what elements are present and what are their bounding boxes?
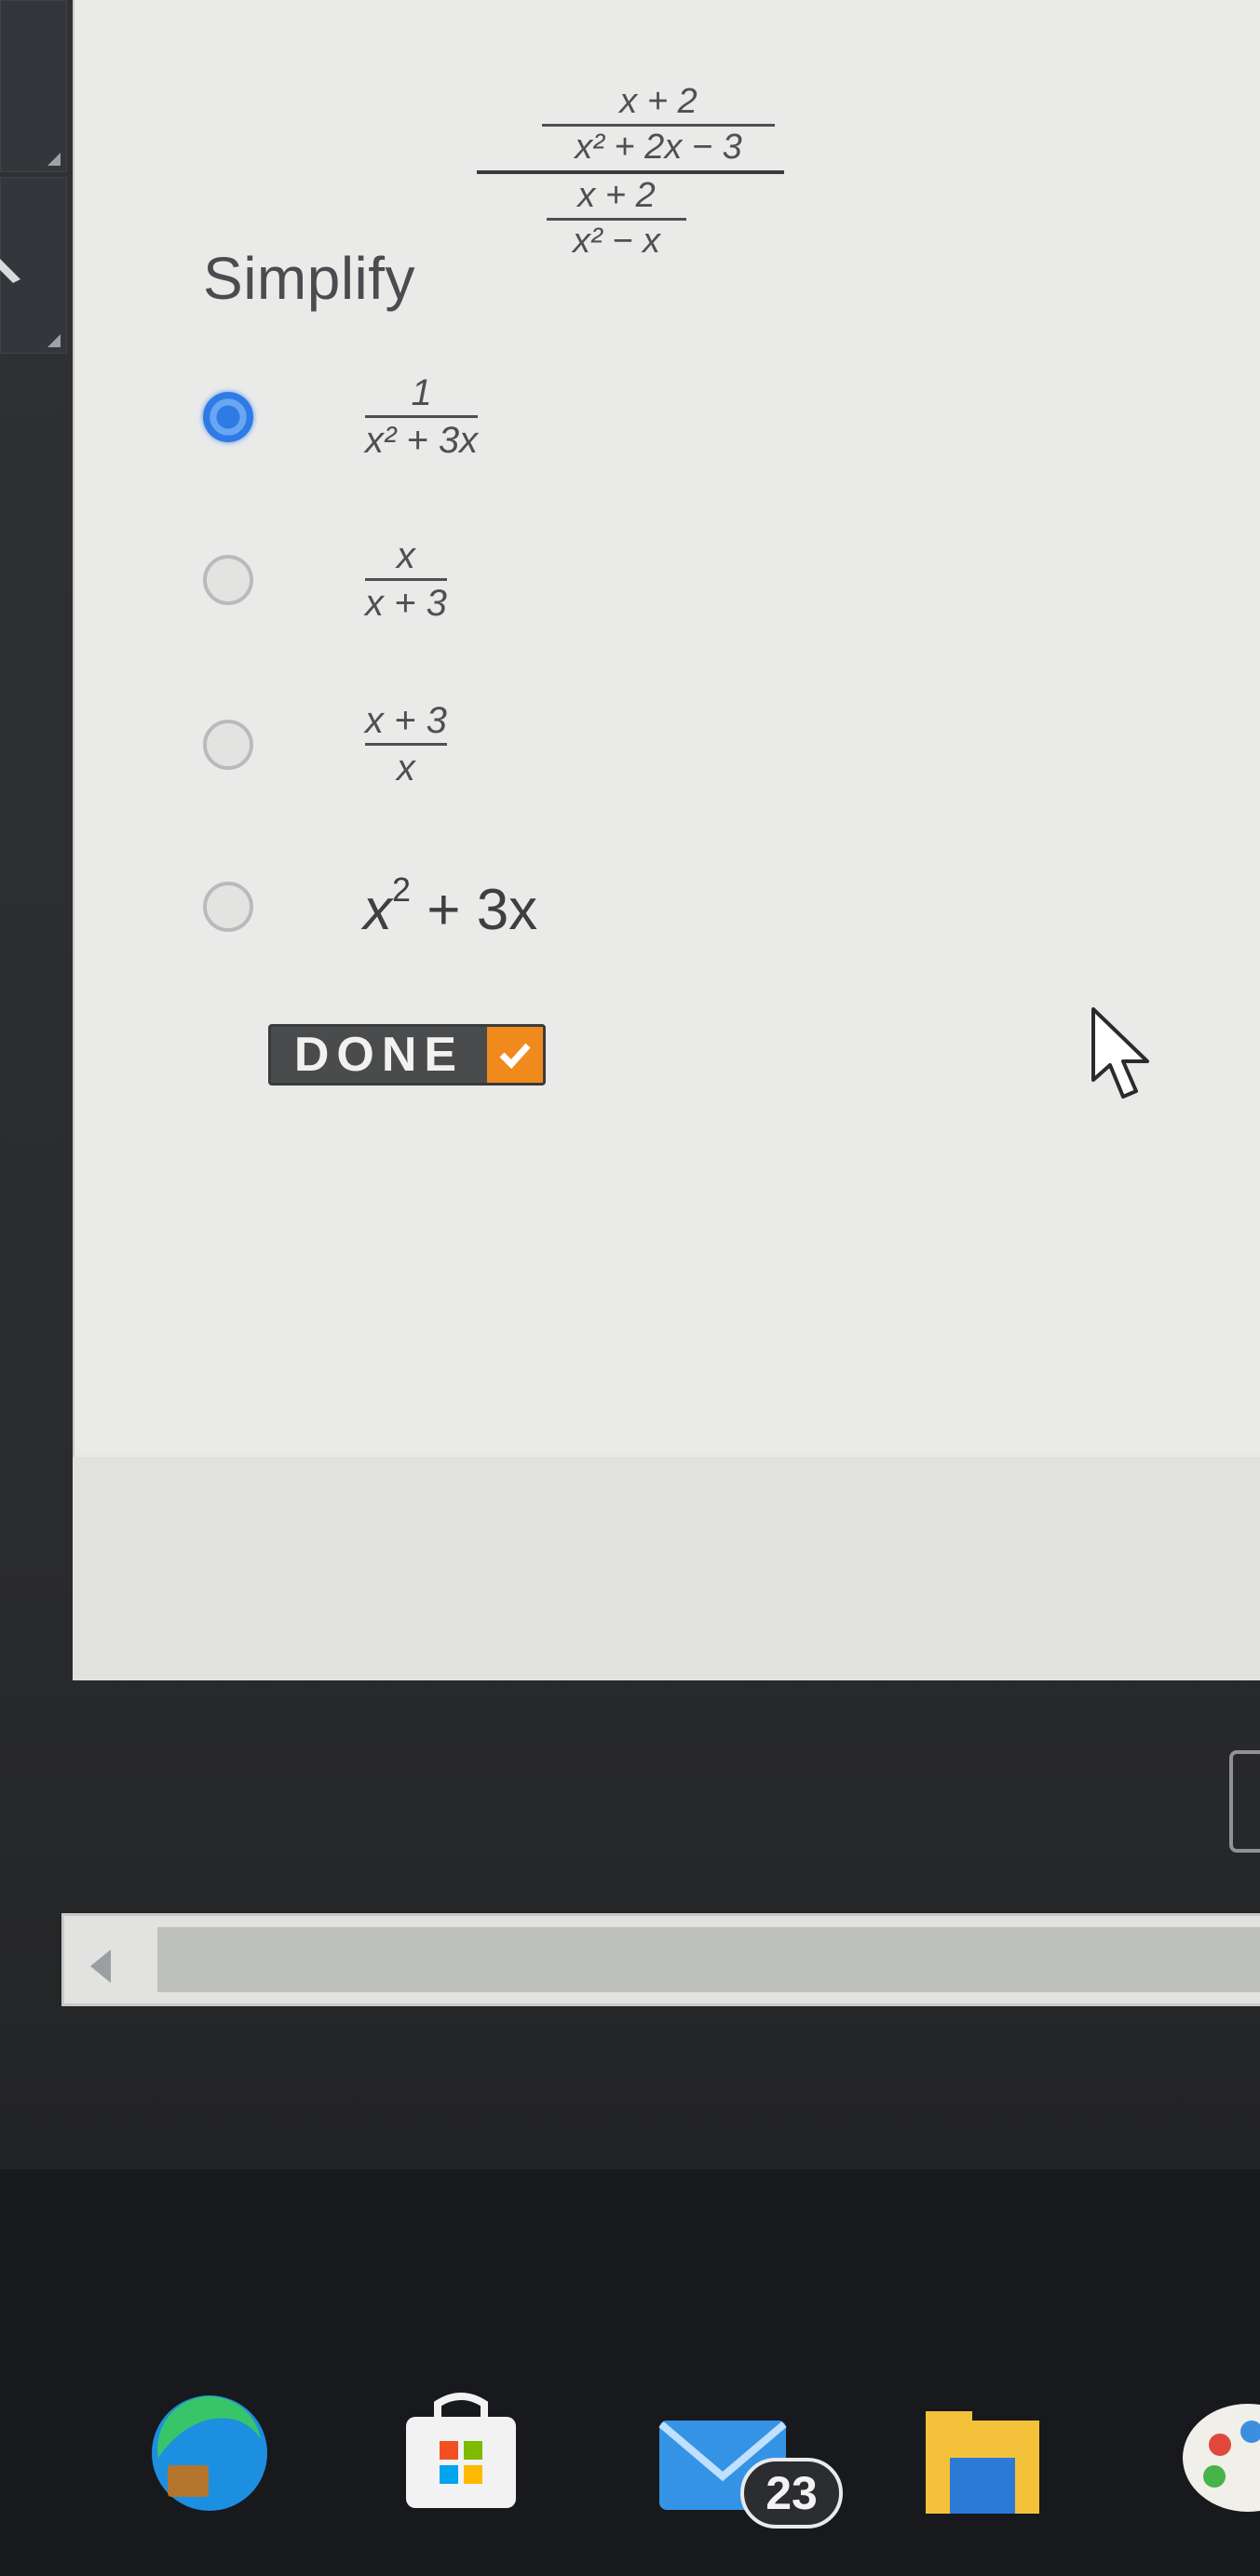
fraction-bar [547, 217, 686, 221]
top-numerator: x + 2 [619, 82, 698, 121]
complex-fraction: x + 2 x² + 2x − 3 x + 2 x² − x [477, 82, 784, 261]
bottom-denominator: x² − x [573, 221, 660, 261]
fraction-bar [365, 578, 447, 581]
mouse-cursor-icon [1091, 1007, 1149, 1099]
horizontal-scrollbar[interactable] [61, 1913, 1260, 2006]
side-panel-tab[interactable] [0, 0, 67, 172]
panel-footer [73, 1457, 1260, 1680]
bottom-numerator: x + 2 [577, 175, 656, 215]
option-fraction: x x + 3 [365, 535, 447, 624]
option-denominator: x² + 3x [365, 420, 479, 461]
option-fraction: x + 3 x [365, 700, 447, 789]
option-expression: x2 + 3x [363, 870, 537, 943]
fraction-bar [542, 123, 775, 127]
resize-corner-icon [47, 334, 61, 347]
option-numerator: x + 3 [365, 700, 447, 741]
option-numerator: 1 [411, 372, 432, 413]
answer-option-2[interactable]: x x + 3 [203, 535, 447, 624]
option-exponent: 2 [392, 870, 412, 909]
side-button[interactable] [1229, 1750, 1260, 1853]
mail-unread-badge: 23 [740, 2458, 843, 2529]
radio-button-selected[interactable] [203, 391, 253, 442]
done-button[interactable]: DONE [268, 1024, 546, 1086]
main-fraction-bar [477, 169, 784, 174]
microsoft-store-icon[interactable] [391, 2383, 531, 2523]
edge-browser-icon[interactable] [140, 2383, 279, 2523]
question-prompt: Simplify [203, 245, 416, 312]
file-explorer-icon[interactable] [913, 2383, 1052, 2523]
fraction-bar [365, 743, 447, 746]
answer-option-1[interactable]: 1 x² + 3x [203, 372, 479, 461]
option-denominator: x + 3 [365, 583, 447, 624]
scrollbar-thumb[interactable] [157, 1927, 1260, 1992]
radio-button[interactable] [203, 882, 253, 932]
top-denominator: x² + 2x − 3 [575, 127, 742, 167]
question-area: Simplify x + 2 x² + 2x − 3 x + 2 x² − x … [75, 0, 1260, 1452]
done-label: DONE [293, 1028, 465, 1082]
answer-option-3[interactable]: x + 3 x [203, 700, 447, 789]
option-base: x [363, 878, 392, 942]
radio-button[interactable] [203, 554, 253, 605]
fraction-bar [365, 415, 479, 418]
resize-corner-icon [47, 153, 61, 166]
bottom-fraction: x + 2 x² − x [547, 175, 686, 261]
option-rest: + 3x [411, 878, 538, 942]
radio-button[interactable] [203, 719, 253, 770]
screen: Simplify x + 2 x² + 2x − 3 x + 2 x² − x … [0, 0, 1260, 2576]
option-fraction: 1 x² + 3x [365, 372, 479, 461]
option-denominator: x [396, 748, 415, 789]
checkmark-icon [487, 1027, 543, 1083]
answer-option-4[interactable]: x2 + 3x [203, 870, 537, 943]
paint-icon[interactable] [1173, 2383, 1260, 2523]
top-fraction: x + 2 x² + 2x − 3 [542, 82, 775, 167]
question-panel: Simplify x + 2 x² + 2x − 3 x + 2 x² − x … [73, 0, 1260, 1457]
scroll-left-arrow-icon[interactable] [90, 1949, 111, 1983]
pencil-icon[interactable] [0, 251, 28, 289]
option-numerator: x [396, 535, 415, 576]
